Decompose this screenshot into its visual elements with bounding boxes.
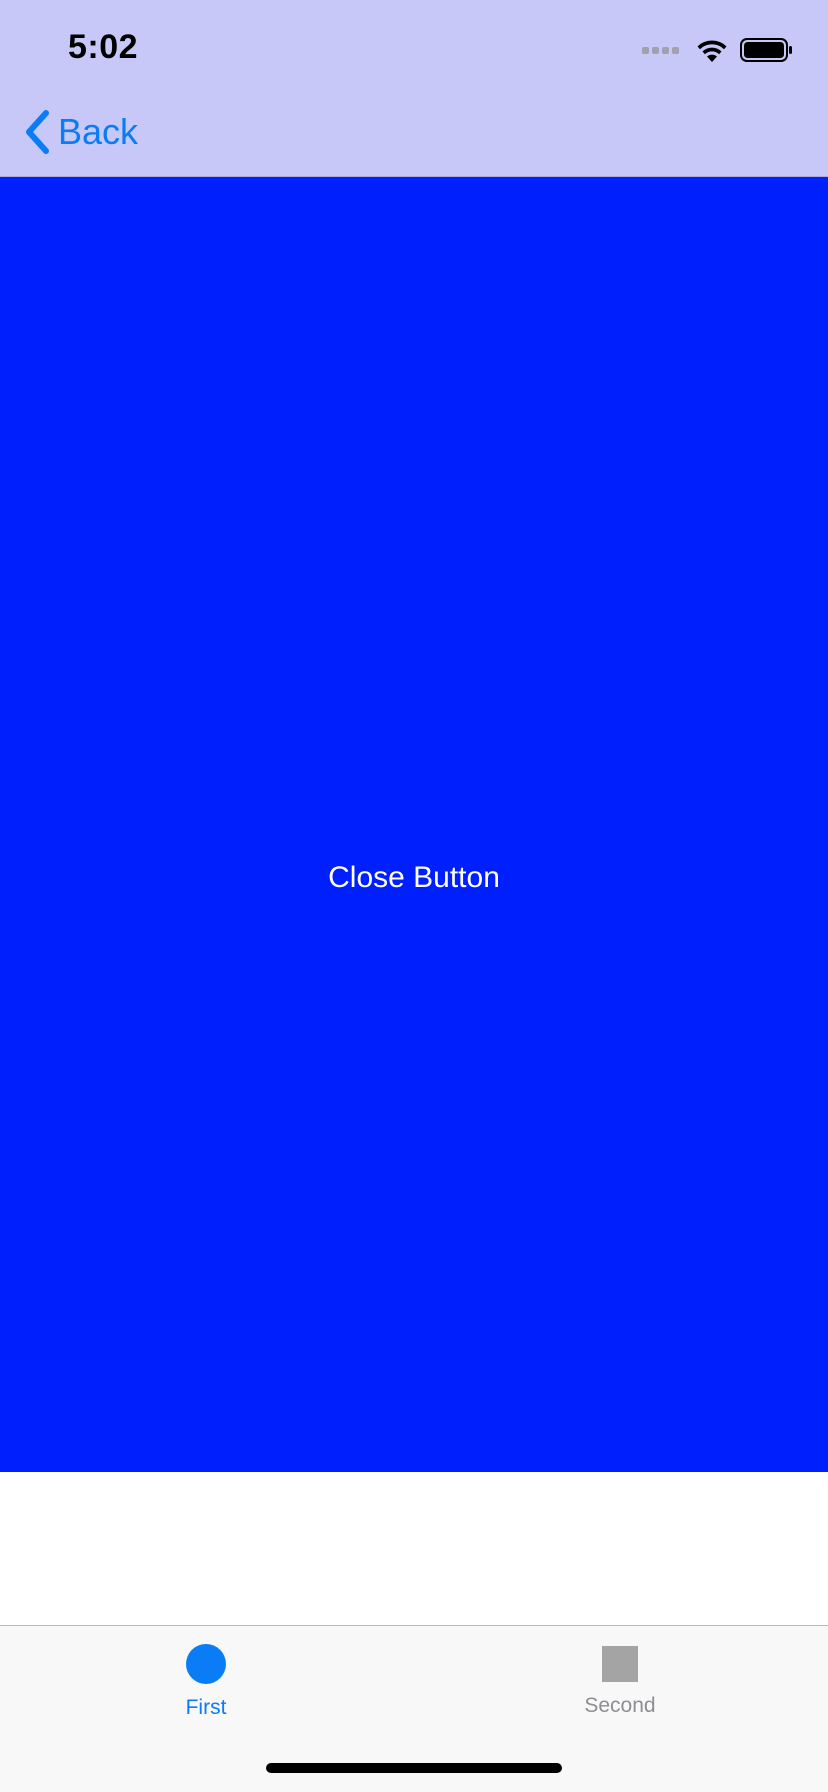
- battery-icon: [740, 38, 792, 62]
- circle-icon: [186, 1644, 226, 1684]
- status-time: 5:02: [68, 28, 139, 66]
- back-label: Back: [58, 111, 139, 152]
- close-button[interactable]: Close Button: [0, 861, 828, 895]
- status-icons: [642, 36, 794, 64]
- home-indicator[interactable]: [266, 1763, 562, 1773]
- navigation-header: 5:02 Back: [0, 0, 828, 176]
- back-button[interactable]: Back: [24, 108, 138, 156]
- tab-second-label: Second: [584, 1694, 656, 1717]
- square-icon: [602, 1646, 638, 1682]
- tab-first-label: First: [185, 1696, 227, 1719]
- tab-first[interactable]: First: [116, 1644, 296, 1720]
- chevron-left-icon: [26, 110, 49, 154]
- blue-content-view: Close Button: [0, 177, 828, 1472]
- wifi-icon: [697, 40, 727, 62]
- cellular-signal-icon: [642, 46, 682, 54]
- app-screen: 5:02 Back Close Button First Second: [0, 0, 828, 1792]
- tab-second[interactable]: Second: [530, 1644, 710, 1718]
